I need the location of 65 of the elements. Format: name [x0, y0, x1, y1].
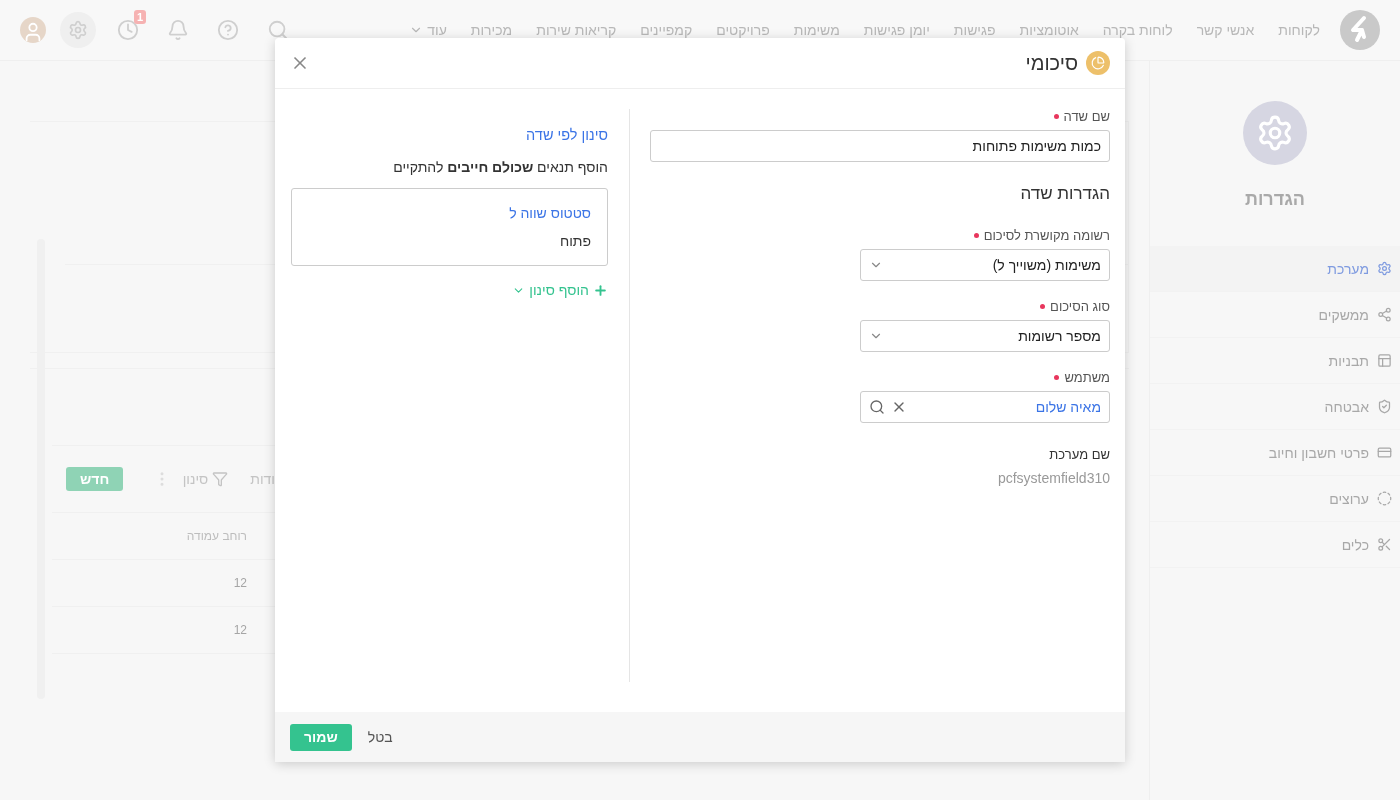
table-cell: 12 [233, 623, 247, 637]
cancel-button[interactable]: בטל [367, 729, 393, 745]
filter-hint: הוסף תנאים שכולם חייבים להתקיים [392, 159, 608, 175]
settings-button[interactable] [60, 12, 96, 48]
field-label: משתמש [650, 370, 1110, 385]
sidebar-item[interactable]: ערוצים [1150, 476, 1400, 522]
chart-icon [1086, 51, 1110, 75]
filter-condition[interactable]: סטטוס שווה ל פתוח [291, 188, 608, 266]
field-label: שם שדה [650, 109, 1110, 124]
section-heading: הגדרות שדה [1019, 184, 1110, 204]
field-label: רשומה מקושרת לסיכום [650, 228, 1110, 243]
filter-icon [212, 471, 229, 487]
share-icon [1377, 307, 1392, 322]
search-icon[interactable] [869, 399, 885, 415]
shield-icon [1377, 399, 1392, 414]
filter-title-link[interactable]: סינון לפי שדה [291, 127, 608, 143]
nav-link[interactable]: יומן פגישות [863, 22, 930, 38]
clock-button[interactable]: 1 [110, 12, 146, 48]
nav-link[interactable]: קמפיינים [640, 22, 693, 38]
nav-link[interactable]: מכירות [470, 22, 513, 38]
sidebar-item[interactable]: כלים [1150, 522, 1400, 568]
nav-link[interactable]: לקוחות [1278, 22, 1320, 38]
sidebar-item[interactable]: פרטי חשבון וחיוב [1150, 430, 1400, 476]
table-cell: 12 [233, 576, 247, 590]
nav-link[interactable]: אוטומציות [1019, 22, 1079, 38]
condition-field-link[interactable]: סטטוס שווה ל [308, 205, 591, 221]
logo-icon[interactable] [1340, 10, 1380, 50]
avatar[interactable] [20, 17, 46, 43]
condition-value: פתוח [558, 233, 591, 249]
sidebar-item[interactable]: תבניות [1150, 338, 1400, 384]
dashed-circle-icon [1377, 491, 1392, 506]
clock-icon [117, 19, 139, 41]
sidebar-item[interactable]: אבטחה [1150, 384, 1400, 430]
dialog-title: סיכומי [1025, 51, 1078, 75]
nav-link[interactable]: לוחות בקרה [1102, 22, 1173, 38]
select-field[interactable]: משימות (משוייך ל) [860, 249, 1110, 281]
scissors-icon [1377, 537, 1392, 552]
save-button[interactable]: שמור [290, 723, 352, 751]
help-icon [217, 19, 239, 41]
field-value: pcfsystemfield310 [996, 470, 1110, 486]
plus-icon [593, 282, 608, 298]
sidebar-item[interactable]: מערכת [1150, 246, 1400, 292]
card-icon [1377, 445, 1392, 460]
column-header: רוחב עמודה [186, 529, 247, 543]
nav-link[interactable]: משימות [793, 22, 840, 38]
bell-icon [167, 19, 189, 41]
nav-link[interactable]: קריאות שירות [536, 22, 617, 38]
gear-icon [1377, 261, 1392, 276]
input-field[interactable]: כמות משימות פתוחות [650, 130, 1110, 162]
settings-icon [68, 20, 88, 40]
field-label: שם מערכת [1048, 447, 1110, 462]
add-filter-button[interactable]: הוסף סינון [512, 282, 608, 298]
lookup-field[interactable]: מאיה שלום [860, 391, 1110, 423]
sidebar-item[interactable]: ממשקים [1150, 292, 1400, 338]
nav-link[interactable]: אנשי קשר [1196, 22, 1255, 38]
select-field[interactable]: מספר רשומות [860, 320, 1110, 352]
nav-link[interactable]: פגישות [953, 22, 996, 38]
sidebar-title: הגדרות [1245, 189, 1305, 210]
field-label: סוג הסיכום [650, 299, 1110, 314]
search-icon [267, 19, 289, 41]
count-badge: 1 [133, 10, 146, 24]
layout-icon [1377, 353, 1392, 368]
new-button[interactable]: חדש [66, 467, 124, 491]
nav-link[interactable]: פרויקטים [716, 22, 770, 38]
more-menu[interactable]: עוד [409, 22, 447, 38]
